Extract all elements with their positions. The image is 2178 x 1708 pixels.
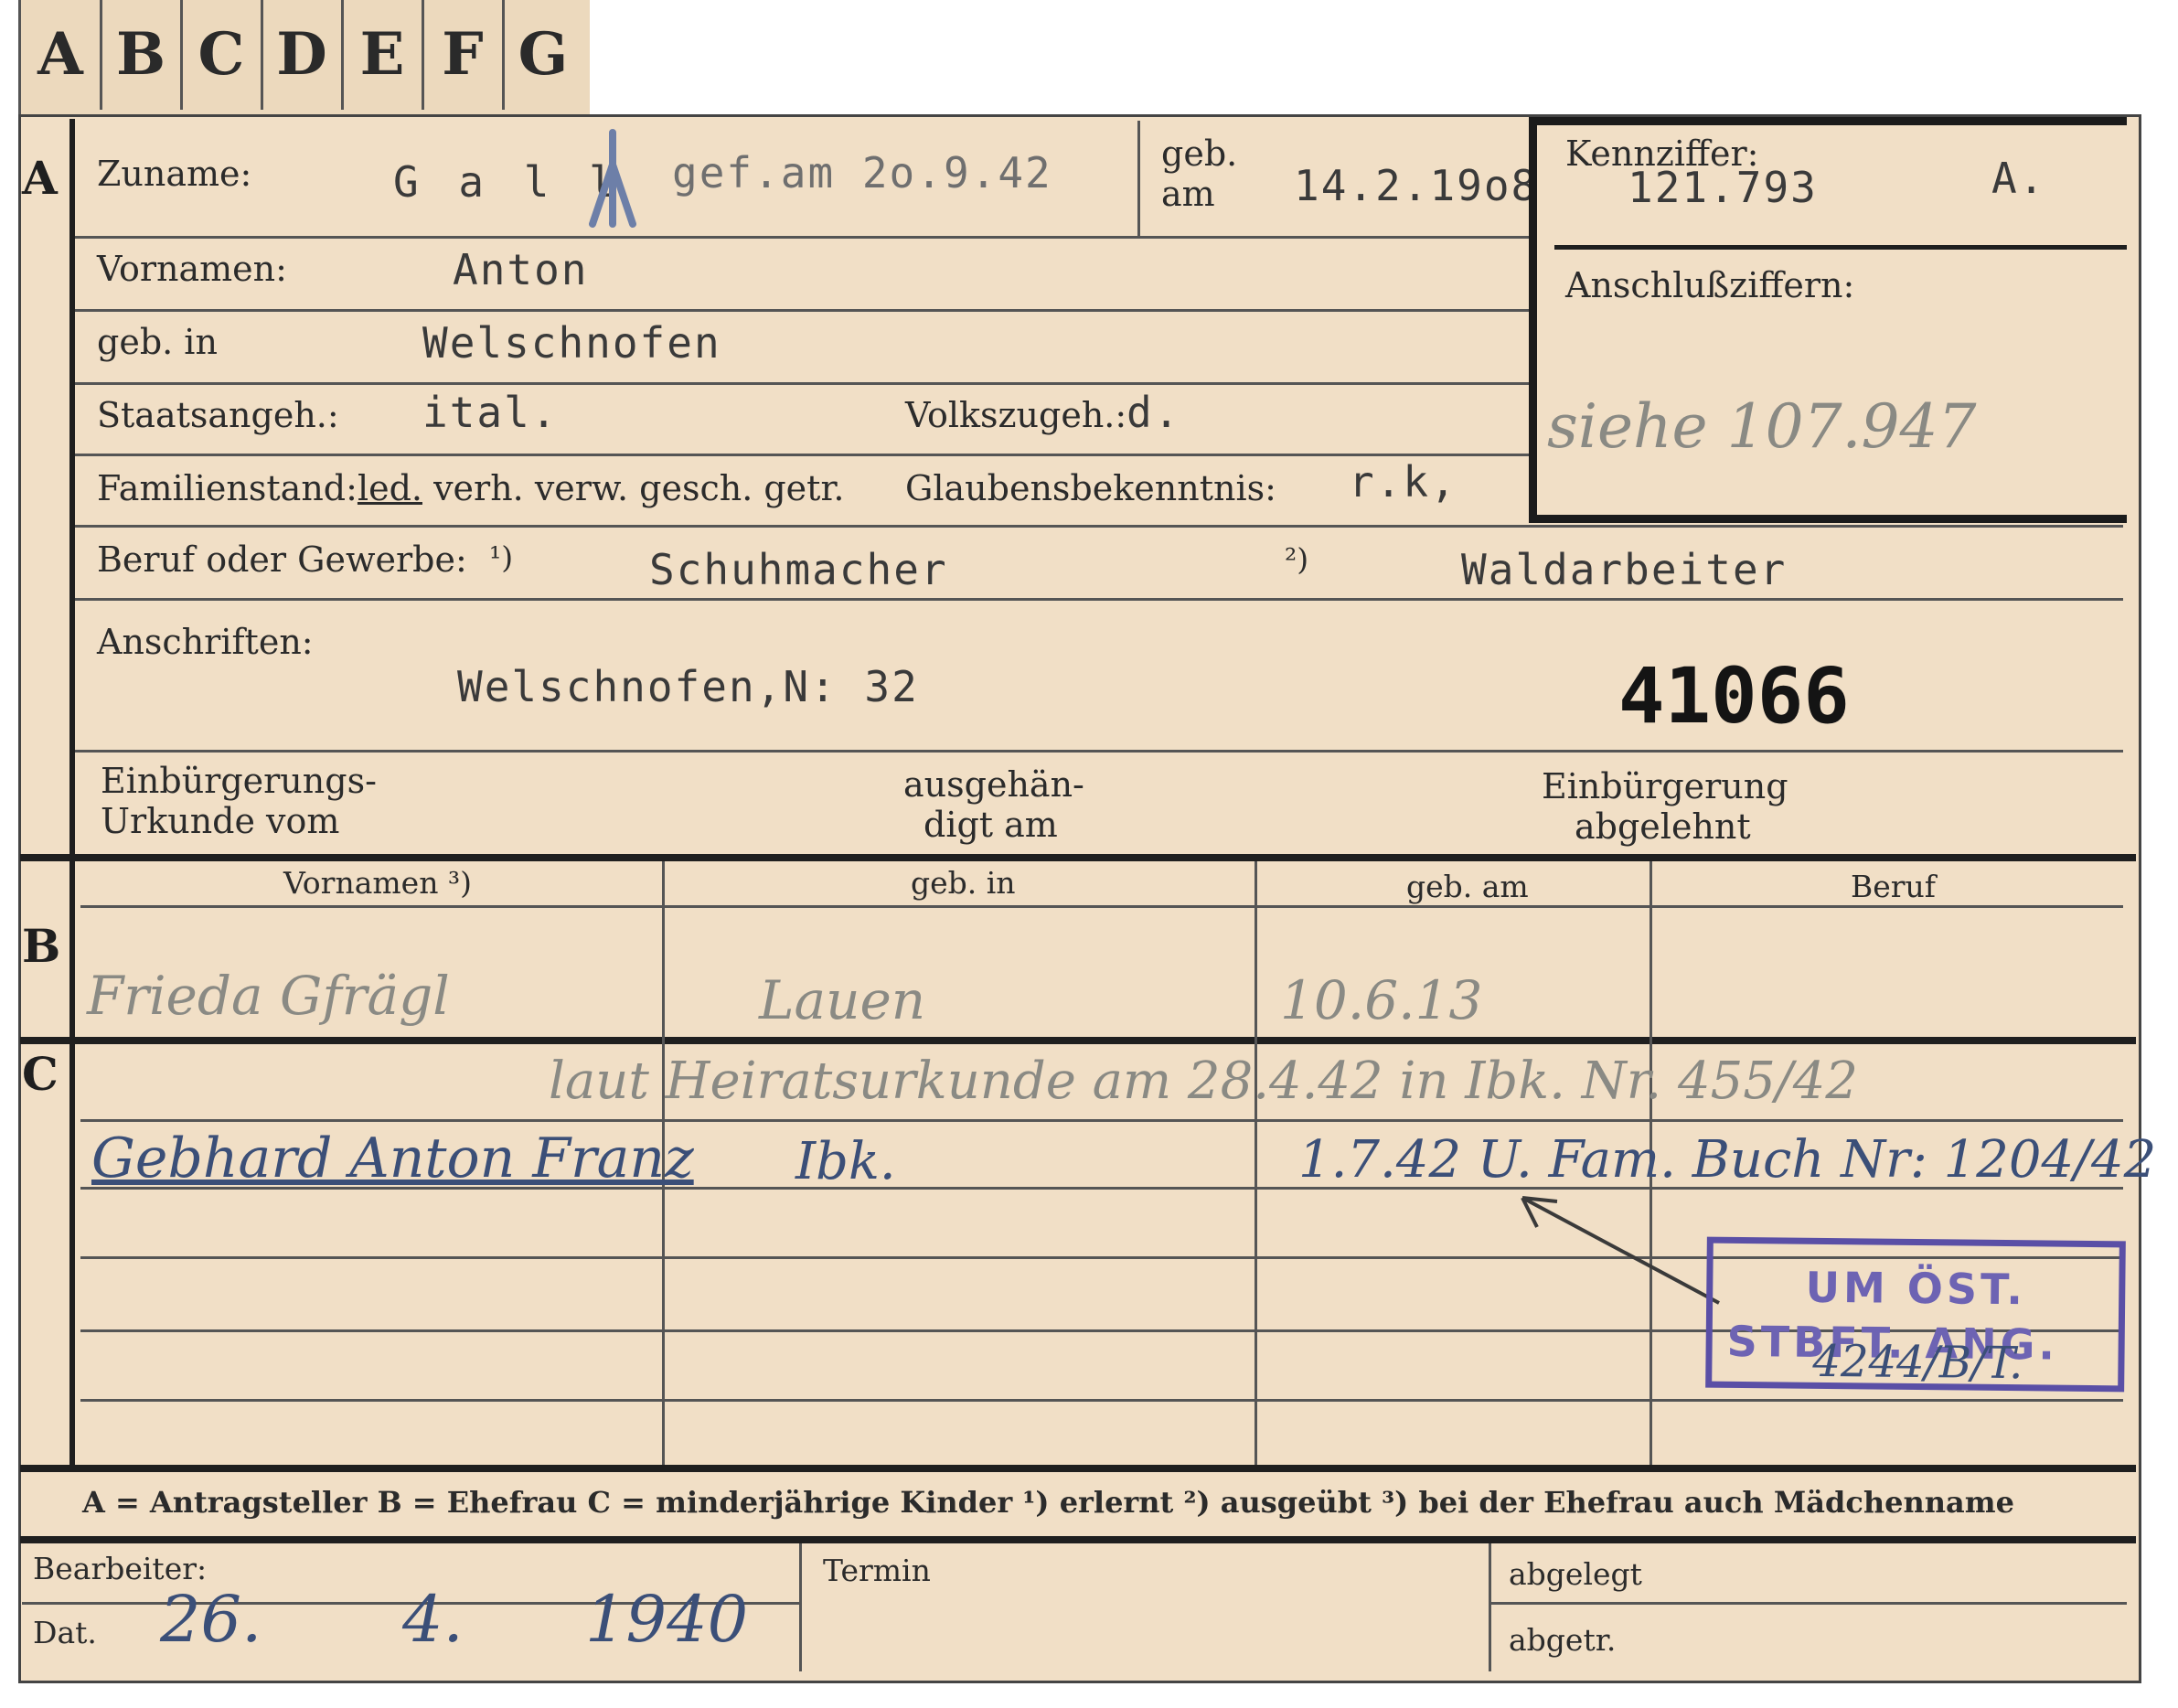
born-on-value: 14.2.19o8 (1294, 161, 1539, 210)
separator-c-legend (20, 1465, 2136, 1472)
spouse-header-born-on: geb. am (1406, 869, 1529, 904)
footer-divider-2 (1489, 1543, 1491, 1671)
stamp-reference: 4244/B/T. (1812, 1335, 2023, 1390)
ethnicity-value: d. (1126, 388, 1181, 437)
tab-c[interactable]: C (182, 0, 263, 110)
religion-value: r.k, (1349, 457, 1457, 507)
section-letter-c: C (22, 1047, 59, 1101)
tab-f[interactable]: F (423, 0, 505, 110)
marital-other-options: verh. verw. gesch. getr. (433, 468, 845, 508)
section-column-divider (69, 119, 75, 1472)
profession-note-1: ¹) (489, 539, 514, 575)
date-day: 26. (160, 1582, 262, 1657)
date-month: 4. (402, 1582, 464, 1657)
fallen-cross-icon (585, 128, 640, 229)
address-value: Welschnofen,N: 32 (457, 662, 919, 711)
stamp: UM ÖST. STBFT. ANG. 4244/B/T. (1705, 1236, 2126, 1393)
spouse-born-on: 10.6.13 (1280, 969, 1483, 1031)
fallen-note: gef.am 2o.9.42 (672, 148, 1052, 197)
child-rule-5 (80, 1399, 2123, 1402)
born-in-label: geb. in (97, 322, 218, 362)
rule-birthplace (75, 382, 1533, 385)
linked-numbers-label: Anschlußziffern: (1565, 265, 1855, 305)
separator-legend-footer (20, 1536, 2136, 1543)
section-letter-a: A (22, 151, 58, 205)
child-birthplace: Ibk. (795, 1132, 896, 1191)
surname-label: Zuname: (97, 154, 252, 194)
born-in-value: Welschnofen (422, 318, 721, 368)
filed-label: abgelegt (1509, 1556, 1642, 1592)
separator-a-b (20, 854, 2136, 861)
reference-box-rule (1554, 245, 2127, 250)
spouse-header-rule (80, 905, 2123, 908)
rejected-label-2: abgelehnt (1575, 806, 1751, 847)
tab-a[interactable]: A (21, 0, 102, 110)
legend-text: A = Antragsteller B = Ehefrau C = minder… (82, 1485, 2014, 1520)
section-letter-b: B (22, 919, 61, 973)
handed-label-2: digt am (924, 805, 1058, 845)
born-on-label-2: am (1161, 174, 1215, 214)
stamp-line-1: UM ÖST. (1805, 1262, 2027, 1315)
rule-address (75, 750, 2123, 753)
spouse-header-profession: Beruf (1851, 869, 1937, 904)
marriage-certificate-note: laut Heiratsurkunde am 28.4.42 in Ibk. N… (549, 1051, 1858, 1111)
child-name: Gebhard Anton Franz (91, 1126, 694, 1190)
rule-firstnames (75, 309, 1533, 312)
file-number: 41066 (1618, 651, 1850, 741)
child-rule-1 (80, 1119, 2123, 1122)
sent-label: abgetr. (1509, 1622, 1617, 1658)
naturalization-label-1: Einbürgerungs- (101, 761, 377, 801)
column-divider-2 (1254, 861, 1257, 1465)
spouse-header-first-names: Vornamen ³) (283, 865, 473, 901)
first-names-label: Vornamen: (97, 249, 287, 289)
profession-note-2: ²) (1285, 541, 1309, 577)
profession-value-1: Schuhmacher (649, 545, 948, 594)
separator-b-c (20, 1037, 2136, 1044)
tab-b[interactable]: B (101, 0, 183, 110)
rule-citizenship (75, 454, 1533, 456)
id-suffix: A. (1991, 154, 2046, 203)
date-label: Dat. (33, 1615, 97, 1650)
rule-surname (75, 236, 1533, 239)
profession-label: Beruf oder Gewerbe: (97, 539, 467, 580)
spouse-header-born-in: geb. in (911, 865, 1016, 901)
born-on-label-1: geb. (1161, 133, 1238, 174)
naturalization-label-2: Urkunde vom (101, 801, 340, 841)
religion-label: Glaubensbekenntnis: (905, 468, 1276, 508)
arrow-icon (1513, 1189, 1724, 1308)
ethnicity-label: Volkszugeh.: (905, 395, 1127, 435)
tab-strip: A B C D E F G (18, 0, 590, 117)
deadline-label: Termin (823, 1553, 931, 1588)
footer-filed-rule (1490, 1602, 2127, 1605)
address-label: Anschriften: (97, 622, 314, 662)
tab-d[interactable]: D (262, 0, 344, 110)
linked-numbers-value: siehe 107.947 (1547, 391, 1977, 462)
id-value: 121.793 (1628, 163, 1818, 212)
rule-dob-divider (1137, 121, 1140, 236)
rule-marital (75, 525, 2123, 528)
citizenship-label: Staatsangeh.: (97, 395, 339, 435)
child-birth-entry: 1.7.42 U. Fam. Buch Nr: 1204/42 (1298, 1130, 2157, 1190)
spouse-first-names: Frieda Gfrägl (87, 965, 450, 1027)
marital-label-prefix: Familienstand: (97, 468, 358, 508)
profession-value-2: Waldarbeiter (1461, 545, 1788, 594)
date-year: 1940 (585, 1582, 749, 1657)
rule-profession (75, 598, 2123, 601)
first-names-value: Anton (453, 245, 589, 294)
citizenship-value: ital. (422, 388, 559, 437)
spouse-born-in: Lauen (759, 969, 926, 1031)
tab-e[interactable]: E (343, 0, 424, 110)
marital-single-marked: led. (357, 468, 422, 508)
rejected-label-1: Einbürgerung (1542, 766, 1788, 806)
tab-g[interactable]: G (504, 0, 582, 110)
marital-status-label: Familienstand:led. verh. verw. gesch. ge… (97, 468, 845, 508)
footer-divider-1 (799, 1543, 802, 1671)
handed-label-1: ausgehän- (903, 764, 1084, 805)
